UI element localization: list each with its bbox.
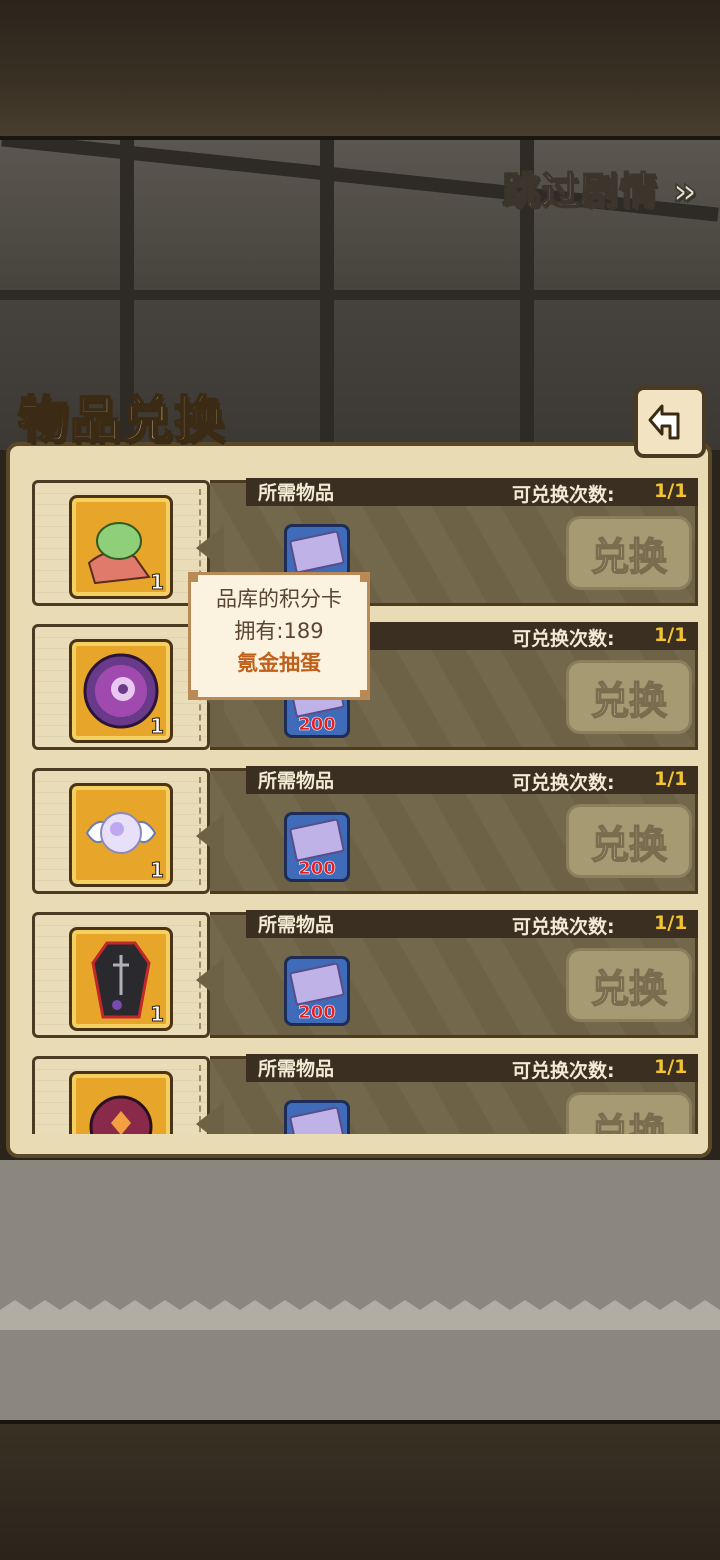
tooltip-item-name: 品库的积分卡	[216, 587, 342, 611]
points-card-icon	[289, 818, 345, 862]
reward-slot: 1	[32, 480, 210, 606]
zigzag-divider	[0, 1300, 720, 1330]
redeem-button[interactable]: 兑换	[566, 1092, 692, 1134]
cost-amount: 200	[298, 858, 336, 880]
exchange-count-label: 可兑换次数:	[512, 772, 615, 794]
tooltip-source: 氪金抽蛋	[237, 651, 321, 675]
exchange-list[interactable]: 1 所需物品 可兑换次数: 1/1 200 兑换	[20, 458, 698, 1134]
item-count: 1	[150, 714, 165, 739]
exchange-count-label: 可兑换次数:	[512, 484, 615, 506]
points-card-item[interactable]	[284, 1100, 350, 1134]
arrow-icon	[196, 526, 224, 570]
exchange-count-value: 1/1	[654, 912, 688, 934]
points-card-item[interactable]: 200	[284, 812, 350, 882]
exchange-count-value: 1/1	[654, 624, 688, 646]
top-decor-band	[0, 0, 720, 140]
redeem-button[interactable]: 兑换	[566, 516, 692, 590]
cost-amount: 200	[298, 714, 336, 736]
points-card-item[interactable]: 200	[284, 956, 350, 1026]
arrow-icon	[196, 958, 224, 1002]
back-button[interactable]	[634, 386, 706, 458]
cost-amount: 200	[298, 1002, 336, 1024]
reward-item[interactable]: 1	[69, 639, 173, 743]
exchange-count-label: 可兑换次数:	[512, 1060, 615, 1082]
bottom-decor-band	[0, 1420, 720, 1560]
reward-item[interactable]: 1	[69, 927, 173, 1031]
required-items-label: 所需物品	[258, 914, 335, 936]
required-items-label: 所需物品	[258, 482, 335, 504]
exchange-count-label: 可兑换次数:	[512, 628, 615, 650]
back-arrow-icon	[648, 404, 680, 440]
demon-mask-icon	[89, 1095, 153, 1134]
exchange-count-label: 可兑换次数:	[512, 916, 615, 938]
skip-story-button[interactable]: 跳过剧情 »	[501, 160, 698, 215]
exchange-row: 所需物品 可兑换次数: 1/1 兑换	[32, 1052, 698, 1134]
points-card-icon	[289, 962, 345, 1006]
reward-item[interactable]: 1	[69, 783, 173, 887]
exchange-row: 1 所需物品 可兑换次数: 1/1 200 兑换	[32, 908, 698, 1038]
item-tooltip: 品库的积分卡 拥有:189 氪金抽蛋	[188, 572, 370, 700]
redeem-button[interactable]: 兑换	[566, 660, 692, 734]
arrow-icon	[196, 814, 224, 858]
exchange-count-value: 1/1	[654, 480, 688, 502]
lower-background	[0, 1160, 720, 1420]
reward-slot: 1	[32, 624, 210, 750]
exchange-row: 1 所需物品 可兑换次数: 1/1 200 兑换	[32, 764, 698, 894]
reward-item[interactable]	[69, 1071, 173, 1134]
exchange-count-value: 1/1	[654, 1056, 688, 1078]
item-count: 1	[150, 570, 165, 595]
arrow-icon	[196, 1102, 224, 1134]
item-count: 1	[150, 858, 165, 883]
exchange-count-value: 1/1	[654, 768, 688, 790]
reward-slot: 1	[32, 768, 210, 894]
reward-item[interactable]: 1	[69, 495, 173, 599]
points-card-icon	[289, 530, 345, 574]
points-card-icon	[289, 1106, 345, 1134]
reward-slot: 1	[32, 912, 210, 1038]
redeem-button[interactable]: 兑换	[566, 948, 692, 1022]
required-items-label: 所需物品	[258, 1058, 335, 1080]
tooltip-owned-count: 拥有:189	[234, 619, 324, 643]
item-count: 1	[150, 1002, 165, 1027]
panel-title: 物品兑换	[17, 390, 226, 450]
reward-slot	[32, 1056, 210, 1134]
required-items-label: 所需物品	[258, 770, 335, 792]
redeem-button[interactable]: 兑换	[566, 804, 692, 878]
exchange-panel: 1 所需物品 可兑换次数: 1/1 200 兑换	[6, 442, 712, 1158]
